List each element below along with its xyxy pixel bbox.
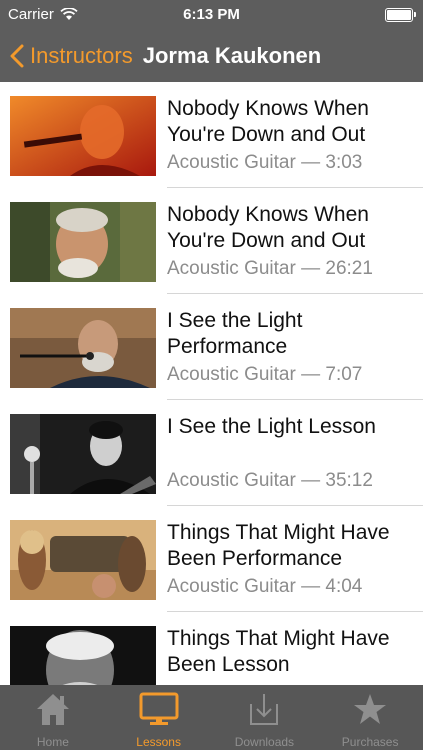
lesson-thumbnail	[10, 96, 156, 176]
chevron-left-icon	[10, 44, 24, 68]
lesson-thumbnail	[10, 308, 156, 388]
tab-home-label: Home	[36, 735, 69, 749]
lesson-title: Nobody Knows When You're Down and Out	[167, 97, 369, 146]
tab-home[interactable]: Home	[0, 685, 106, 750]
tab-downloads[interactable]: Downloads	[212, 685, 318, 750]
lesson-title: Nobody Knows When You're Down and Out	[167, 203, 369, 252]
lesson-title: I See the Light Lesson	[167, 415, 376, 438]
lesson-row[interactable]: Things That Might Have Been Lesson	[0, 612, 423, 685]
lesson-title: Things That Might Have Been Lesson	[167, 627, 390, 676]
tab-purchases[interactable]: Purchases	[317, 685, 423, 750]
tab-lessons[interactable]: Lessons	[106, 685, 212, 750]
status-bar: Carrier 6:13 PM	[0, 0, 423, 30]
tab-lessons-label: Lessons	[136, 735, 181, 749]
lesson-title: Things That Might Have Been Performance	[167, 521, 390, 570]
lesson-meta: Acoustic Guitar — 35:12	[167, 470, 373, 491]
lesson-meta: Acoustic Guitar — 26:21	[167, 258, 373, 279]
lesson-thumbnail	[10, 202, 156, 282]
lesson-row[interactable]: Nobody Knows When You're Down and Out Ac…	[0, 188, 423, 294]
lesson-row[interactable]: Things That Might Have Been Performance …	[0, 506, 423, 612]
lesson-thumbnail	[10, 414, 156, 494]
tab-purchases-label: Purchases	[341, 735, 399, 749]
status-time: 6:13 PM	[183, 6, 240, 23]
lesson-meta: Acoustic Guitar — 3:03	[167, 152, 363, 173]
tab-bar: Home Lessons Downloads Purchases	[0, 685, 423, 750]
monitor-icon	[139, 692, 179, 725]
download-icon	[250, 694, 279, 725]
lesson-thumbnail	[10, 520, 156, 600]
lesson-meta: Acoustic Guitar — 7:07	[167, 364, 363, 385]
back-button[interactable]: Instructors	[10, 43, 133, 69]
lesson-list: Nobody Knows When You're Down and Out Ac…	[0, 82, 423, 685]
tab-downloads-label: Downloads	[234, 735, 295, 749]
page-title: Jorma Kaukonen	[142, 43, 322, 68]
back-button-label: Instructors	[30, 43, 133, 68]
lesson-thumbnail	[10, 626, 156, 685]
lesson-row[interactable]: I See the Light Lesson Acoustic Guitar —…	[0, 400, 423, 506]
star-icon	[354, 694, 387, 724]
lesson-meta: Acoustic Guitar — 4:04	[167, 576, 363, 597]
lesson-row[interactable]: I See the Light Performance Acoustic Gui…	[0, 294, 423, 400]
home-icon	[36, 694, 69, 725]
lesson-row[interactable]: Nobody Knows When You're Down and Out Ac…	[0, 82, 423, 188]
battery-icon	[385, 8, 416, 22]
lesson-title: I See the Light Performance	[167, 309, 303, 358]
navigation-bar: Instructors Jorma Kaukonen	[0, 30, 423, 82]
